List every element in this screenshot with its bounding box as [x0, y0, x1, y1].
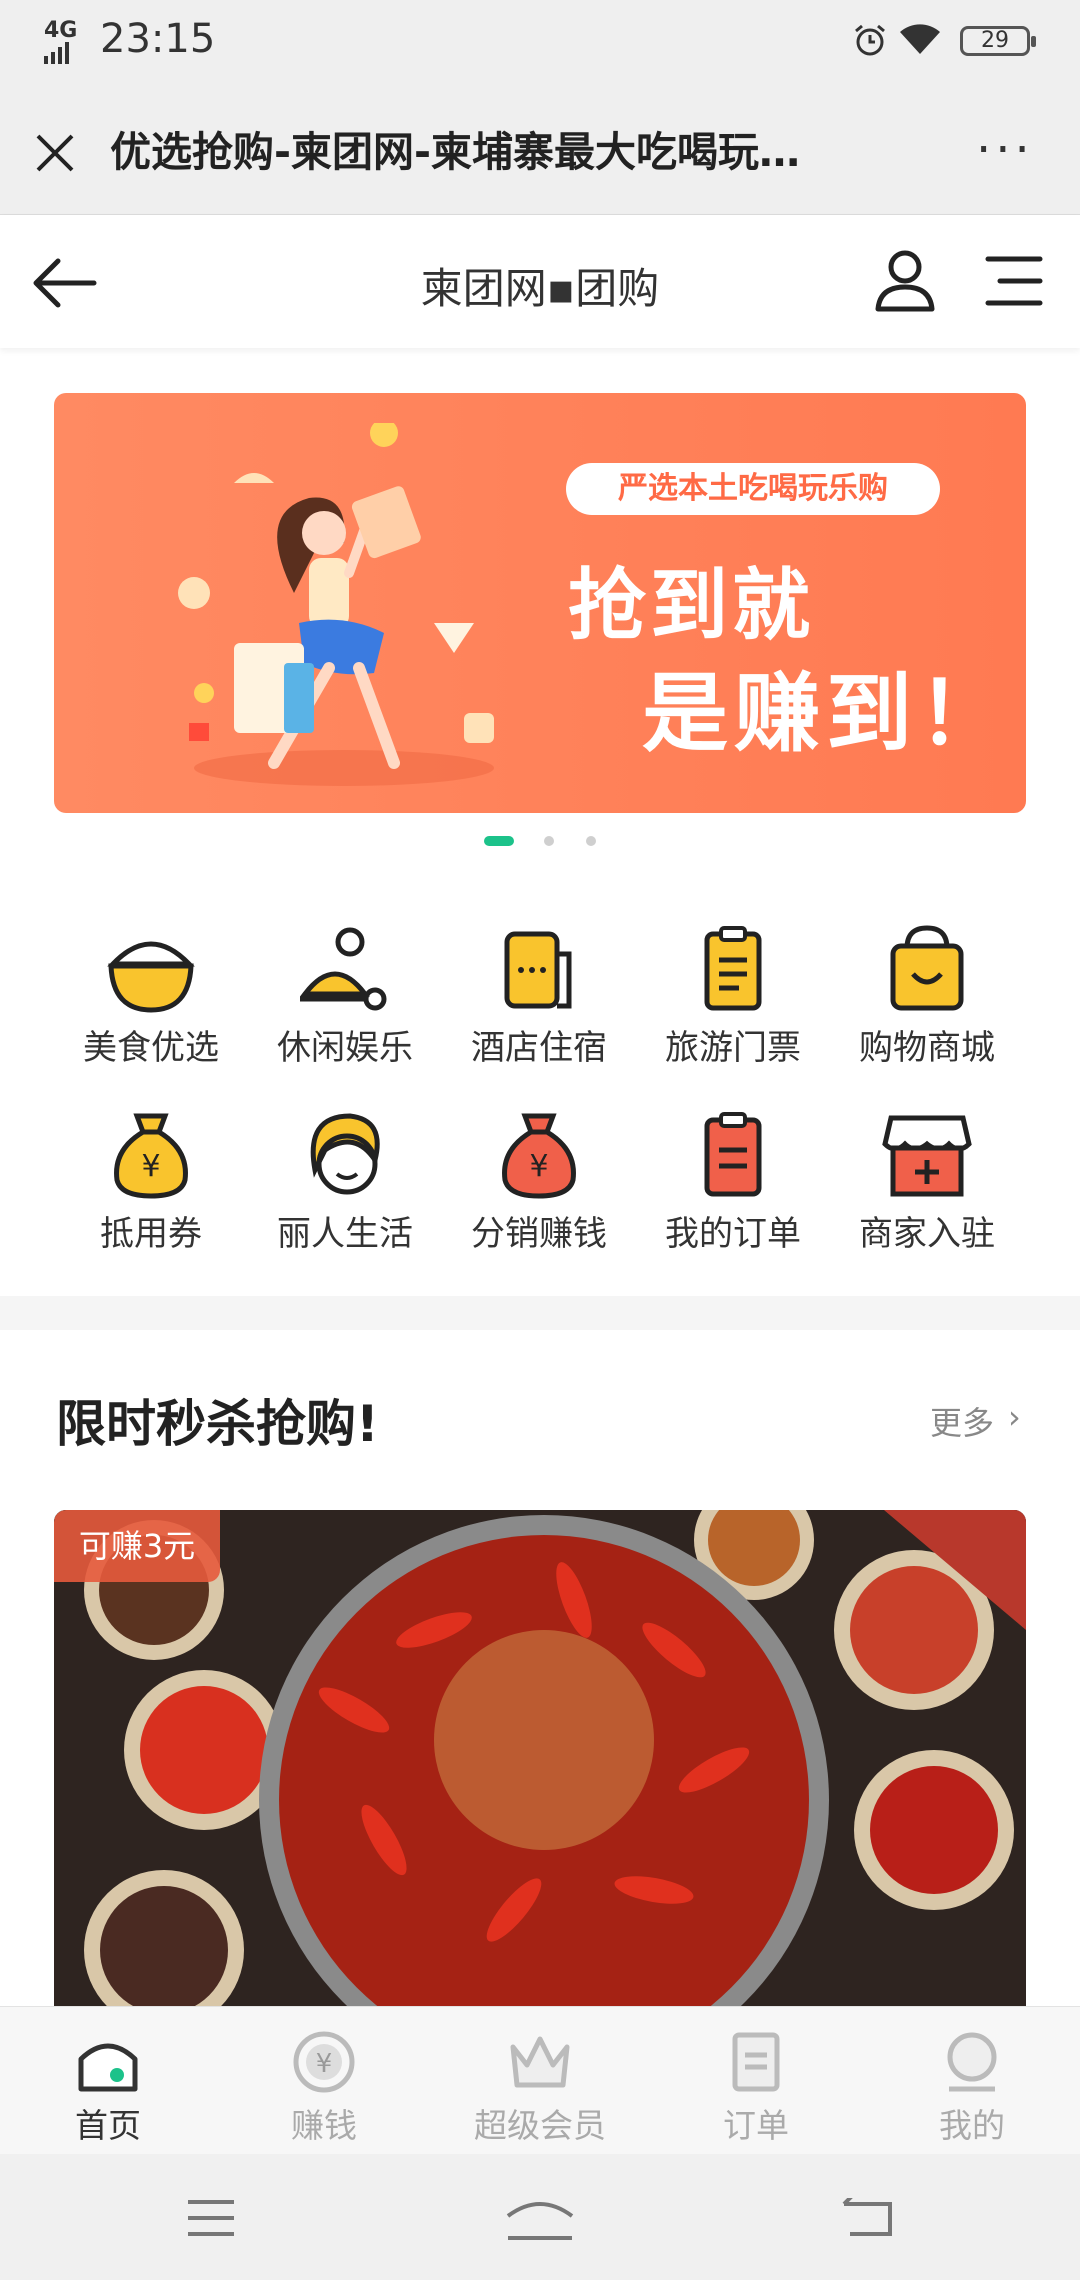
- profile-icon: [947, 2032, 997, 2092]
- tab-label: 订单: [723, 2106, 789, 2145]
- banner-headline-2: 是赚到！: [642, 664, 1010, 764]
- ticket-icon: [704, 926, 762, 1011]
- category-beauty[interactable]: 丽人生活: [248, 1110, 442, 1260]
- section-divider: [0, 1296, 1080, 1330]
- wifi-icon: [900, 24, 940, 54]
- home-nav-icon[interactable]: [504, 2194, 576, 2242]
- category-my-orders[interactable]: 我的订单: [636, 1110, 830, 1260]
- carousel-dot[interactable]: [544, 836, 554, 846]
- yen-coin-icon: ¥: [293, 2031, 355, 2093]
- store-icon: [882, 1115, 972, 1197]
- category-food[interactable]: 美食优选: [54, 924, 248, 1074]
- close-icon[interactable]: [30, 128, 80, 178]
- tab-label: 赚钱: [291, 2106, 357, 2145]
- shopping-bag-icon: [890, 925, 964, 1011]
- hamburger-menu-icon[interactable]: [984, 253, 1044, 309]
- category-hotel[interactable]: 酒店住宿: [442, 924, 636, 1074]
- recent-apps-icon[interactable]: [186, 2198, 236, 2238]
- network-indicator: 4G: [44, 18, 78, 43]
- category-label: 商家入驻: [859, 1214, 995, 1254]
- category-travel[interactable]: 旅游门票: [636, 924, 830, 1074]
- bottom-tab-bar: 首页 ¥ 赚钱 超级会员 订单 我的: [0, 2006, 1080, 2155]
- beauty-icon: [310, 1113, 380, 1195]
- coupon-bag-icon: ¥: [114, 1113, 188, 1199]
- flash-sale-more-link[interactable]: 更多: [930, 1398, 994, 1444]
- tab-label: 我的: [939, 2106, 1005, 2145]
- category-shopping[interactable]: 购物商城: [830, 924, 1024, 1074]
- leisure-icon: [299, 927, 387, 1011]
- tab-label: 首页: [75, 2106, 141, 2145]
- crown-icon: [510, 2036, 570, 2088]
- category-label: 丽人生活: [277, 1214, 413, 1254]
- banner-tagline: 严选本土吃喝玩乐购: [566, 463, 940, 515]
- tab-home[interactable]: 首页: [0, 2007, 216, 2155]
- tab-orders[interactable]: 订单: [648, 2007, 864, 2155]
- signal-icon: [44, 42, 69, 64]
- tab-earn[interactable]: ¥ 赚钱: [216, 2007, 432, 2155]
- shopping-woman-illustration: [178, 423, 494, 786]
- carousel-dot[interactable]: [586, 836, 596, 846]
- tab-label: 超级会员: [474, 2106, 606, 2145]
- tab-mine[interactable]: 我的: [864, 2007, 1080, 2155]
- site-header: 柬团网▪团购: [0, 215, 1080, 348]
- money-bag-icon: ¥: [502, 1113, 576, 1199]
- category-distribution[interactable]: ¥ 分销赚钱: [442, 1110, 636, 1260]
- category-label: 购物商城: [859, 1028, 995, 1068]
- hotpot-image: [54, 1510, 1026, 2010]
- webview-titlebar: 优选抢购-柬团网-柬埔寨最大吃喝玩… ···: [0, 90, 1080, 215]
- tab-vip[interactable]: 超级会员: [432, 2007, 648, 2155]
- user-icon[interactable]: [870, 247, 940, 317]
- food-bowl-icon: [107, 941, 195, 1013]
- category-merchant-join[interactable]: 商家入驻: [830, 1110, 1024, 1260]
- status-bar: 4G 23:15 29: [0, 0, 1080, 90]
- category-coupon[interactable]: ¥ 抵用券: [54, 1110, 248, 1260]
- clock: 23:15: [100, 16, 216, 62]
- battery-indicator: 29: [960, 26, 1036, 56]
- earn-badge: 可赚3元: [54, 1510, 220, 1582]
- promo-banner[interactable]: 严选本土吃喝玩乐购 抢到就 是赚到！: [54, 393, 1026, 813]
- more-menu-button[interactable]: ···: [976, 126, 1034, 174]
- system-nav-bar: [0, 2154, 1080, 2280]
- svg-text:¥: ¥: [141, 1149, 160, 1184]
- carousel-dot-active[interactable]: [484, 836, 514, 846]
- category-label: 酒店住宿: [471, 1028, 607, 1068]
- svg-text:¥: ¥: [529, 1149, 548, 1184]
- category-label: 休闲娱乐: [277, 1028, 413, 1068]
- flash-sale-title: 限时秒杀抢购!: [56, 1395, 379, 1453]
- home-icon: [78, 2043, 138, 2092]
- product-card[interactable]: 可赚3元: [54, 1510, 1026, 2010]
- category-label: 抵用券: [100, 1214, 202, 1254]
- alarm-icon: [855, 24, 885, 56]
- category-leisure[interactable]: 休闲娱乐: [248, 924, 442, 1074]
- category-label: 旅游门票: [665, 1028, 801, 1068]
- order-clipboard-icon: [704, 1112, 762, 1197]
- chevron-right-icon[interactable]: ›: [1008, 1398, 1021, 1436]
- svg-text:¥: ¥: [316, 2049, 333, 2079]
- banner-headline-1: 抢到就: [568, 561, 815, 651]
- category-label: 分销赚钱: [471, 1214, 607, 1254]
- category-label: 美食优选: [83, 1028, 219, 1068]
- webview-title: 优选抢购-柬团网-柬埔寨最大吃喝玩…: [110, 128, 801, 176]
- back-nav-icon[interactable]: [842, 2198, 894, 2238]
- category-label: 我的订单: [665, 1214, 801, 1254]
- order-icon: [732, 2032, 780, 2092]
- hotel-icon: [504, 931, 572, 1009]
